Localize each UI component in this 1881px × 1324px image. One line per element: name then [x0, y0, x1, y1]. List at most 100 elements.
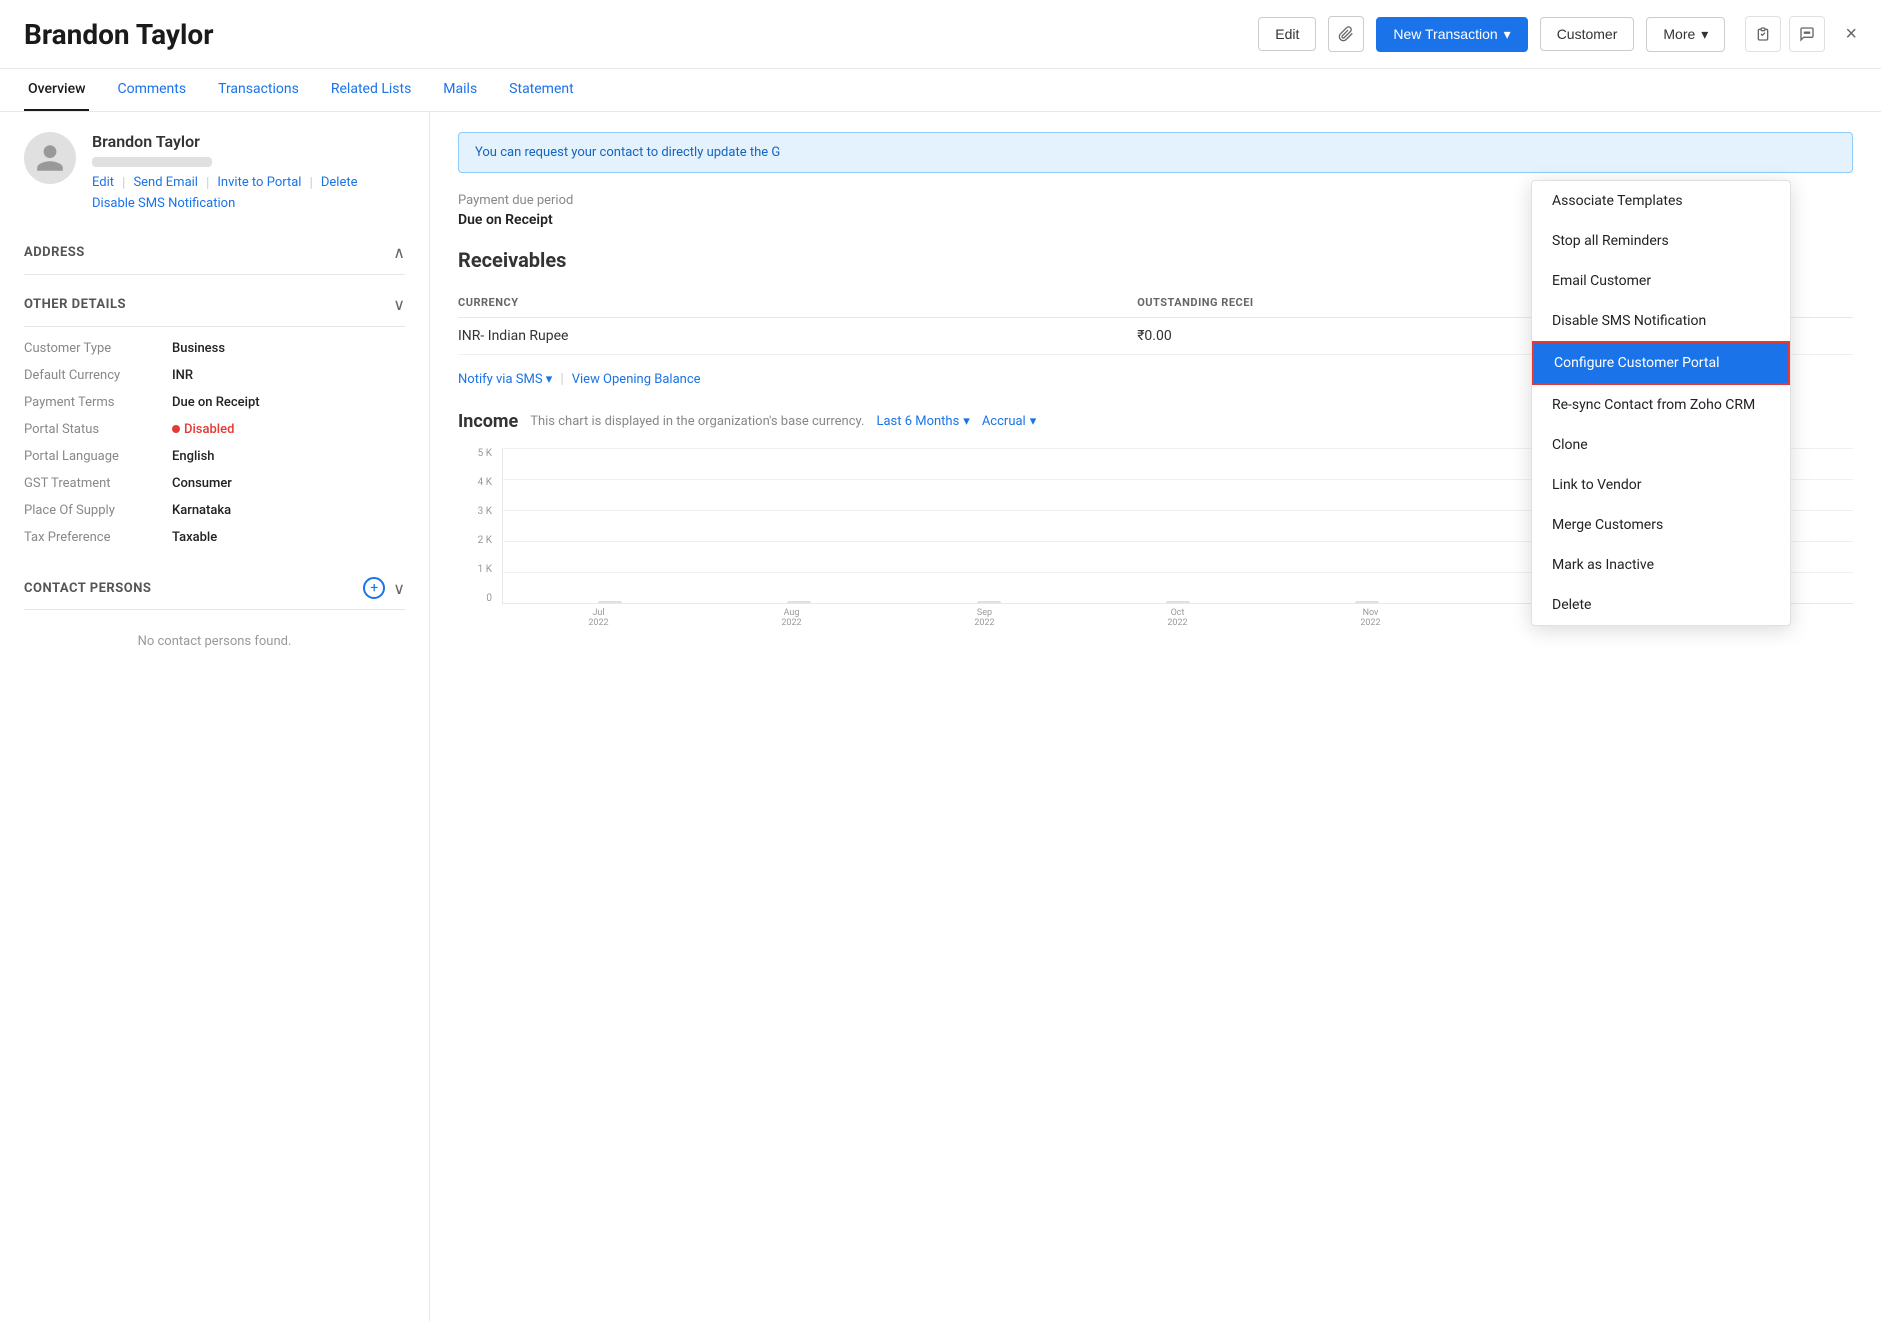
contact-persons-chevron-icon: ∨: [393, 579, 405, 598]
x-label-jul: Jul2022: [502, 608, 695, 628]
profile-placeholder: [92, 157, 212, 167]
address-chevron-icon: ∧: [393, 243, 405, 262]
detail-label: Default Currency: [24, 368, 164, 383]
tab-overview[interactable]: Overview: [24, 69, 89, 111]
dropdown-item-link-vendor[interactable]: Link to Vendor: [1532, 465, 1790, 505]
contact-persons-title: CONTACT PERSONS: [24, 581, 151, 596]
detail-label: Portal Language: [24, 449, 164, 464]
detail-value: English: [172, 449, 215, 464]
bar-oct: [1166, 601, 1190, 603]
bar-group-sep: [898, 448, 1079, 603]
paperclip-icon: [1338, 26, 1354, 42]
edit-button[interactable]: Edit: [1258, 17, 1316, 51]
profile-disable-sms-link[interactable]: Disable SMS Notification: [92, 196, 235, 211]
dropdown-item-associate-templates[interactable]: Associate Templates: [1532, 181, 1790, 221]
detail-row: Customer Type Business: [24, 335, 405, 362]
detail-label: Tax Preference: [24, 530, 164, 545]
bar-group-oct: [1087, 448, 1268, 603]
view-opening-balance-link[interactable]: View Opening Balance: [572, 372, 701, 387]
dropdown-item-clone[interactable]: Clone: [1532, 425, 1790, 465]
y-label-2k: 2 K: [458, 535, 498, 546]
header: Brandon Taylor Edit New Transaction ▾ Cu…: [0, 0, 1881, 69]
tab-transactions[interactable]: Transactions: [214, 69, 303, 111]
detail-value: Karnataka: [172, 503, 231, 518]
new-transaction-button[interactable]: New Transaction ▾: [1376, 17, 1527, 52]
y-label-3k: 3 K: [458, 506, 498, 517]
bar-jul: [598, 601, 622, 603]
detail-label: Customer Type: [24, 341, 164, 356]
profile-links: Edit | Send Email | Invite to Portal | D…: [92, 175, 358, 191]
tab-related-lists[interactable]: Related Lists: [327, 69, 415, 111]
profile-info: Brandon Taylor Edit | Send Email | Invit…: [92, 132, 358, 211]
dropdown-item-configure-portal[interactable]: Configure Customer Portal: [1532, 341, 1790, 385]
address-section-title: ADDRESS: [24, 245, 85, 260]
detail-row: GST Treatment Consumer: [24, 470, 405, 497]
bar-nov: [1355, 601, 1379, 603]
detail-label: Portal Status: [24, 422, 164, 437]
more-button[interactable]: More ▾: [1646, 17, 1725, 52]
dropdown-item-disable-sms[interactable]: Disable SMS Notification: [1532, 301, 1790, 341]
more-dropdown-menu: Associate TemplatesStop all RemindersEma…: [1531, 180, 1791, 626]
customer-button[interactable]: Customer: [1540, 17, 1635, 51]
chat-icon: [1799, 26, 1815, 42]
separator-3: |: [309, 175, 312, 191]
x-label-sep: Sep2022: [888, 608, 1081, 628]
tab-mails[interactable]: Mails: [439, 69, 481, 111]
contact-persons-section: CONTACT PERSONS + ∨ No contact persons f…: [24, 567, 405, 673]
profile-section: Brandon Taylor Edit | Send Email | Invit…: [24, 132, 405, 211]
dropdown-item-stop-reminders[interactable]: Stop all Reminders: [1532, 221, 1790, 261]
profile-send-email-link[interactable]: Send Email: [133, 175, 198, 191]
dropdown-item-delete[interactable]: Delete: [1532, 585, 1790, 625]
action-separator: |: [560, 371, 563, 387]
tab-bar: Overview Comments Transactions Related L…: [0, 69, 1881, 112]
profile-delete-link[interactable]: Delete: [321, 175, 358, 191]
y-label-1k: 1 K: [458, 564, 498, 575]
detail-row: Payment TermsDue on Receipt: [24, 389, 405, 416]
detail-value: INR: [172, 368, 193, 383]
add-contact-button[interactable]: +: [363, 577, 385, 599]
detail-value: Due on Receipt: [172, 395, 260, 410]
profile-edit-link[interactable]: Edit: [92, 175, 114, 191]
detail-rows: Customer Type Business Default Currency INR…: [24, 335, 405, 551]
tab-statement[interactable]: Statement: [505, 69, 578, 111]
y-label-5k: 5 K: [458, 448, 498, 459]
clipboard-icon: [1755, 26, 1771, 42]
detail-label: Place Of Supply: [24, 503, 164, 518]
detail-value: Consumer: [172, 476, 232, 491]
x-label-oct: Oct2022: [1081, 608, 1274, 628]
dropdown-item-resync-crm[interactable]: Re-sync Contact from Zoho CRM: [1532, 385, 1790, 425]
page-title: Brandon Taylor: [24, 18, 1246, 51]
currency-col-header: CURRENCY: [458, 288, 1137, 318]
chat-icon-button[interactable]: [1789, 16, 1825, 52]
dropdown-item-merge-customers[interactable]: Merge Customers: [1532, 505, 1790, 545]
detail-row: Place Of Supply Karnataka: [24, 497, 405, 524]
contact-persons-header: CONTACT PERSONS + ∨: [24, 567, 405, 610]
detail-row: Portal Language English: [24, 443, 405, 470]
accrual-arrow-icon: ▾: [1030, 414, 1037, 429]
separator-2: |: [206, 175, 209, 191]
detail-row: Tax PreferenceTaxable: [24, 524, 405, 551]
tab-comments[interactable]: Comments: [113, 69, 190, 111]
detail-value: Business: [172, 341, 225, 356]
y-label-4k: 4 K: [458, 477, 498, 488]
attachment-button[interactable]: [1328, 16, 1364, 52]
income-accrual-button[interactable]: Accrual ▾: [982, 414, 1036, 429]
detail-label: GST Treatment: [24, 476, 164, 491]
bar-group-jul: [519, 448, 700, 603]
other-details-section-title: OTHER DETAILS: [24, 297, 126, 312]
dropdown-item-mark-inactive[interactable]: Mark as Inactive: [1532, 545, 1790, 585]
other-details-section-header[interactable]: OTHER DETAILS ∨: [24, 283, 405, 327]
y-label-0: 0: [458, 593, 498, 604]
clipboard-icon-button[interactable]: [1745, 16, 1781, 52]
header-icon-group: [1745, 16, 1825, 52]
x-label-aug: Aug2022: [695, 608, 888, 628]
profile-invite-portal-link[interactable]: Invite to Portal: [217, 175, 301, 191]
chart-y-axis: 5 K 4 K 3 K 2 K 1 K 0: [458, 448, 498, 604]
notify-sms-link[interactable]: Notify via SMS ▾: [458, 372, 552, 387]
avatar: [24, 132, 76, 184]
address-section-header[interactable]: ADDRESS ∧: [24, 231, 405, 275]
bar-group-aug: [708, 448, 889, 603]
income-filter-button[interactable]: Last 6 Months ▾: [876, 414, 969, 429]
dropdown-item-email-customer[interactable]: Email Customer: [1532, 261, 1790, 301]
close-button[interactable]: ×: [1845, 23, 1857, 46]
